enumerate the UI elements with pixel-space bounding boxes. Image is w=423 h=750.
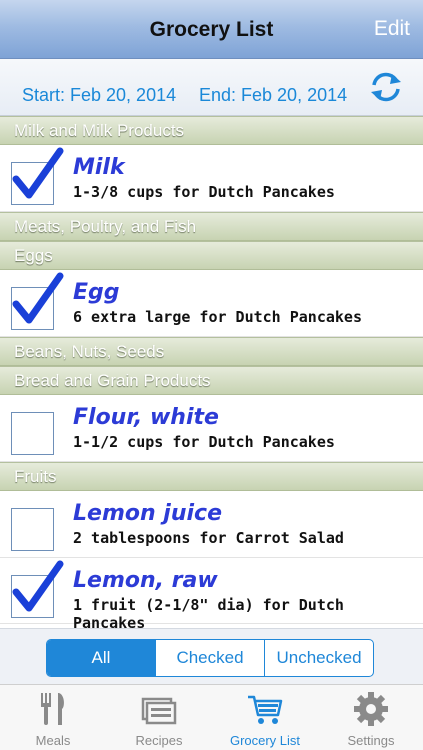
item-detail: 1-3/8 cups for Dutch Pancakes [73,183,335,201]
navigation-bar: Grocery List Edit [0,0,423,59]
page-title: Grocery List [149,18,274,41]
tab-label: Grocery List [229,733,301,748]
tab-label: Settings [347,733,395,748]
checkmark-icon [12,147,64,199]
filter-unchecked-button[interactable]: Unchecked [265,640,373,676]
grocery-list: Milk and Milk Products Milk 1-3/8 cups f… [0,116,423,632]
item-detail: 2 tablespoons for Carrot Salad [73,529,344,547]
list-item[interactable]: Lemon, raw 1 fruit (2-1/8" dia) for Dutc… [0,558,423,632]
filter-checked-button[interactable]: Checked [156,640,265,676]
cart-icon [248,695,283,724]
list-item[interactable]: Flour, white 1-1/2 cups for Dutch Pancak… [0,395,423,462]
checkmark-icon [12,560,64,612]
item-name: Flour, white [73,405,219,430]
item-name: Milk [73,155,125,180]
tab-grocery-list[interactable]: Grocery List [212,685,318,750]
checkbox[interactable] [11,508,54,551]
section-header: Milk and Milk Products [0,116,423,145]
item-detail: 1-1/2 cups for Dutch Pancakes [73,433,335,451]
list-item[interactable]: Egg 6 extra large for Dutch Pancakes [0,270,423,337]
filter-all-button[interactable]: All [47,640,156,676]
tab-meals[interactable]: Meals [0,685,106,750]
recipes-icon [141,697,177,725]
section-header: Bread and Grain Products [0,366,423,395]
section-header: Eggs [0,241,423,270]
list-item[interactable]: Lemon juice 2 tablespoons for Carrot Sal… [0,491,423,558]
checkmark-icon [12,272,64,324]
list-item[interactable]: Milk 1-3/8 cups for Dutch Pancakes [0,145,423,212]
checkbox[interactable] [11,412,54,455]
item-name: Lemon juice [73,501,223,526]
start-date[interactable]: Start: Feb 20, 2014 [22,85,176,106]
item-name: Lemon, raw [73,568,218,593]
section-header: Fruits [0,462,423,491]
section-header: Beans, Nuts, Seeds [0,337,423,366]
item-name: Egg [73,280,120,305]
filter-bar: All Checked Unchecked [0,628,423,684]
refresh-icon[interactable] [368,70,404,104]
section-header: Meats, Poultry, and Fish [0,212,423,241]
tab-bar: Meals Recipes Grocery List Settings [0,684,423,750]
gear-icon [354,692,388,726]
date-range-bar: Start: Feb 20, 2014 End: Feb 20, 2014 [0,59,423,116]
edit-button[interactable]: Edit [374,17,410,41]
fork-knife-icon [41,693,64,725]
item-detail: 6 extra large for Dutch Pancakes [73,308,362,326]
tab-label: Meals [35,733,71,748]
tab-settings[interactable]: Settings [318,685,423,750]
filter-segmented-control: All Checked Unchecked [46,639,374,677]
item-detail: 1 fruit (2-1/8" dia) for Dutch Pancakes [73,596,344,632]
end-date[interactable]: End: Feb 20, 2014 [199,85,347,106]
tab-label: Recipes [135,733,183,748]
tab-recipes[interactable]: Recipes [106,685,212,750]
